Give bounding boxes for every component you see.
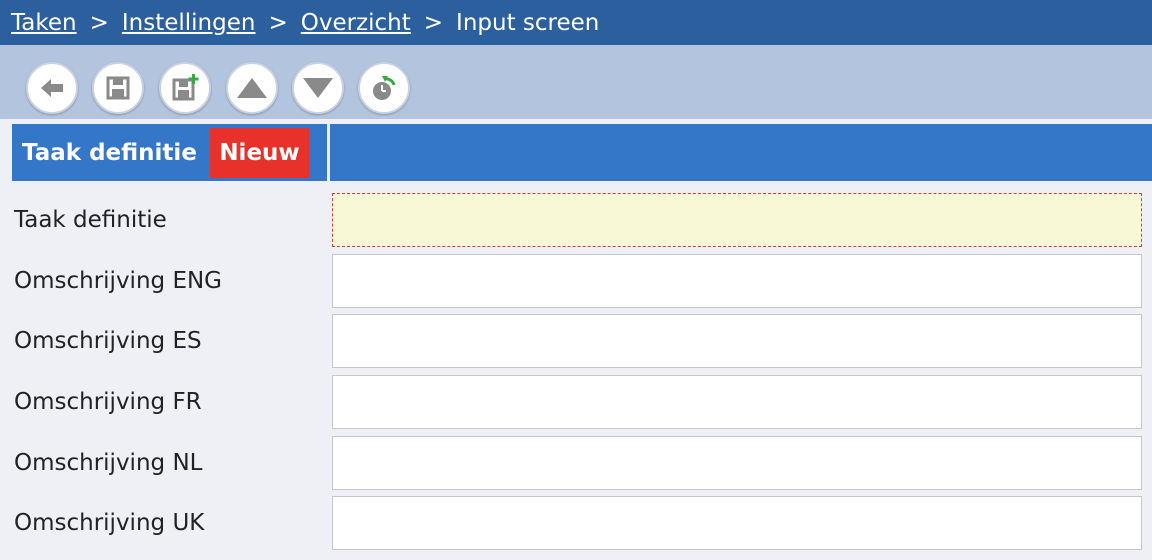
- taak-definitie-input[interactable]: [332, 193, 1142, 247]
- section-header-bar: [330, 124, 1152, 181]
- arrow-left-icon: [38, 74, 66, 102]
- form-row: Taak definitie: [0, 193, 1152, 249]
- field-label: Omschrijving UK: [14, 510, 205, 536]
- omschrijving-fr-input[interactable]: [332, 375, 1142, 429]
- form-row: Omschrijving UK: [0, 496, 1152, 552]
- field-label: Taak definitie: [14, 207, 167, 233]
- form-row: Omschrijving NL: [0, 436, 1152, 492]
- breadcrumb-link-instellingen[interactable]: Instellingen: [122, 10, 256, 36]
- save-new-button[interactable]: [159, 62, 211, 114]
- toolbar: [0, 45, 1152, 119]
- floppy-disk-plus-icon: [170, 73, 200, 103]
- form-row: Omschrijving ENG: [0, 254, 1152, 310]
- field-label: Omschrijving NL: [14, 450, 203, 476]
- field-label: Omschrijving ES: [14, 328, 202, 354]
- back-button[interactable]: [26, 62, 78, 114]
- section-title: Taak definitie: [22, 139, 197, 166]
- triangle-down-icon: [301, 74, 335, 102]
- breadcrumb-link-taken[interactable]: Taken: [11, 10, 77, 36]
- history-button[interactable]: [358, 62, 410, 114]
- breadcrumb: Taken > Instellingen > Overzicht > Input…: [0, 0, 1152, 45]
- triangle-up-icon: [235, 74, 269, 102]
- breadcrumb-separator: >: [268, 9, 288, 36]
- section-header: Taak definitie Nieuw: [12, 124, 327, 181]
- omschrijving-es-input[interactable]: [332, 314, 1142, 368]
- save-button[interactable]: [92, 62, 144, 114]
- floppy-disk-icon: [104, 74, 132, 102]
- status-badge: Nieuw: [210, 128, 309, 178]
- breadcrumb-separator: >: [423, 9, 444, 36]
- omschrijving-eng-input[interactable]: [332, 254, 1142, 308]
- move-up-button[interactable]: [226, 62, 278, 114]
- omschrijving-nl-input[interactable]: [332, 436, 1142, 490]
- clock-refresh-icon: [369, 73, 399, 103]
- breadcrumb-separator: >: [89, 9, 109, 36]
- move-down-button[interactable]: [292, 62, 344, 114]
- omschrijving-uk-input[interactable]: [332, 496, 1142, 550]
- form-row: Omschrijving FR: [0, 375, 1152, 431]
- field-label: Omschrijving FR: [14, 389, 202, 415]
- breadcrumb-current: Input screen: [456, 9, 600, 36]
- field-label: Omschrijving ENG: [14, 268, 222, 294]
- breadcrumb-link-overzicht[interactable]: Overzicht: [301, 10, 411, 36]
- form-row: Omschrijving ES: [0, 314, 1152, 370]
